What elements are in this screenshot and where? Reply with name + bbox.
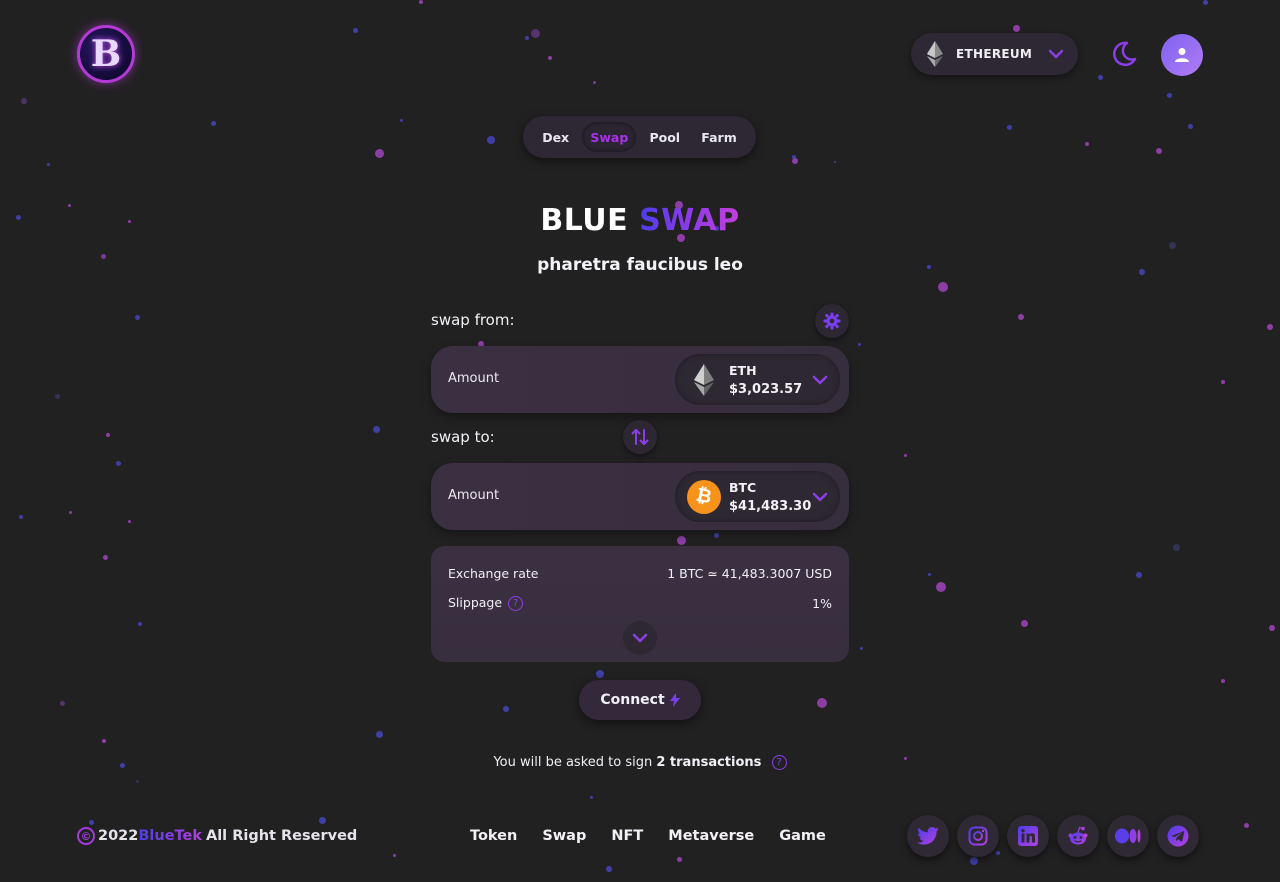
footer-link-token[interactable]: Token bbox=[470, 828, 517, 844]
title-part-1: BLUE bbox=[540, 203, 629, 238]
social-links bbox=[907, 815, 1199, 857]
linkedin-link[interactable] bbox=[1007, 815, 1049, 857]
instagram-icon bbox=[968, 826, 988, 846]
logo-letter: B bbox=[90, 33, 122, 75]
expand-details-button[interactable] bbox=[623, 621, 657, 655]
medium-icon bbox=[1115, 828, 1141, 844]
reddit-link[interactable] bbox=[1057, 815, 1099, 857]
swap-from-box: Amount ETH $3,023.57 bbox=[431, 346, 849, 413]
telegram-link[interactable] bbox=[1157, 815, 1199, 857]
page-subtitle: pharetra faucibus leo bbox=[537, 255, 743, 275]
twitter-icon bbox=[917, 827, 939, 845]
swap-from-token-price: $3,023.57 bbox=[729, 381, 803, 397]
swap-from-label: swap from: bbox=[431, 311, 515, 329]
swap-arrows-icon bbox=[631, 429, 649, 445]
slippage-row: Slippage? 1% bbox=[448, 595, 832, 611]
slippage-value: 1% bbox=[812, 595, 832, 611]
gear-icon bbox=[823, 312, 841, 330]
connect-button[interactable]: Connect bbox=[579, 680, 701, 720]
footer-link-game[interactable]: Game bbox=[779, 828, 826, 844]
note-prefix: You will be asked to sign bbox=[493, 755, 653, 770]
chevron-down-icon bbox=[812, 492, 828, 501]
copyright-brand[interactable]: BlueTek bbox=[138, 828, 202, 844]
footer-link-swap[interactable]: Swap bbox=[542, 828, 586, 844]
swap-to-amount-input[interactable]: Amount bbox=[448, 488, 499, 503]
copyright-year: 2022 bbox=[98, 828, 139, 844]
swap-from-amount-input[interactable]: Amount bbox=[448, 371, 499, 386]
network-selector[interactable]: ETHEREUM bbox=[911, 33, 1078, 75]
footer-link-nft[interactable]: NFT bbox=[611, 828, 643, 844]
help-icon[interactable]: ? bbox=[771, 755, 787, 770]
help-icon[interactable]: ? bbox=[508, 596, 524, 611]
settings-button[interactable] bbox=[815, 304, 849, 338]
brand-logo[interactable]: B bbox=[77, 25, 135, 83]
swap-to-label: swap to: bbox=[431, 428, 495, 446]
note-count: 2 transactions bbox=[656, 755, 762, 770]
swap-to-box: Amount ₿ BTC $41,483.30 bbox=[431, 463, 849, 530]
linkedin-icon bbox=[1018, 826, 1038, 846]
swap-to-token-selector[interactable]: ₿ BTC $41,483.30 bbox=[675, 471, 840, 522]
bitcoin-icon: ₿ bbox=[687, 479, 721, 514]
instagram-link[interactable] bbox=[957, 815, 999, 857]
copyright-icon: © bbox=[77, 827, 95, 845]
exchange-info-panel: Exchange rate 1 BTC ≃ 41,483.3007 USD Sl… bbox=[431, 546, 849, 662]
lightning-icon bbox=[669, 693, 680, 707]
ethereum-icon bbox=[927, 41, 943, 67]
exchange-rate-value: 1 BTC ≃ 41,483.3007 USD bbox=[667, 566, 832, 581]
copyright: © 2022 BlueTek All Right Reserved bbox=[77, 827, 357, 845]
swap-to-token-symbol: BTC bbox=[729, 479, 757, 495]
page-title: BLUE SWAP bbox=[0, 203, 1280, 238]
network-label: ETHEREUM bbox=[956, 47, 1033, 61]
switch-tokens-button[interactable] bbox=[623, 420, 657, 454]
twitter-link[interactable] bbox=[907, 815, 949, 857]
tab-dex[interactable]: Dex bbox=[534, 122, 577, 152]
footer-link-metaverse[interactable]: Metaverse bbox=[668, 828, 754, 844]
moon-icon[interactable] bbox=[1110, 40, 1138, 68]
telegram-icon bbox=[1167, 825, 1189, 847]
footer-nav: Token Swap NFT Metaverse Game bbox=[470, 828, 851, 844]
tab-pool[interactable]: Pool bbox=[641, 122, 688, 152]
chevron-down-icon bbox=[1048, 49, 1064, 59]
sign-transactions-note: You will be asked to sign 2 transactions… bbox=[0, 755, 1280, 770]
reddit-icon bbox=[1068, 826, 1088, 845]
medium-link[interactable] bbox=[1107, 815, 1149, 857]
swap-from-token-symbol: ETH bbox=[729, 362, 757, 378]
exchange-rate-row: Exchange rate 1 BTC ≃ 41,483.3007 USD bbox=[448, 566, 832, 581]
ethereum-icon bbox=[687, 362, 721, 397]
swap-from-token-selector[interactable]: ETH $3,023.57 bbox=[675, 354, 840, 405]
exchange-rate-label: Exchange rate bbox=[448, 566, 539, 581]
tab-farm[interactable]: Farm bbox=[693, 122, 744, 152]
connect-label: Connect bbox=[600, 692, 665, 708]
tab-swap[interactable]: Swap bbox=[582, 122, 637, 152]
user-icon bbox=[1175, 48, 1189, 62]
slippage-label: Slippage bbox=[448, 595, 503, 610]
main-tabs: Dex Swap Pool Farm bbox=[523, 116, 756, 158]
chevron-down-icon bbox=[632, 633, 648, 643]
chevron-down-icon bbox=[812, 375, 828, 384]
swap-to-token-price: $41,483.30 bbox=[729, 498, 812, 514]
copyright-rights: All Right Reserved bbox=[205, 828, 358, 844]
user-profile-button[interactable] bbox=[1161, 34, 1203, 76]
title-part-2: SWAP bbox=[639, 203, 740, 238]
